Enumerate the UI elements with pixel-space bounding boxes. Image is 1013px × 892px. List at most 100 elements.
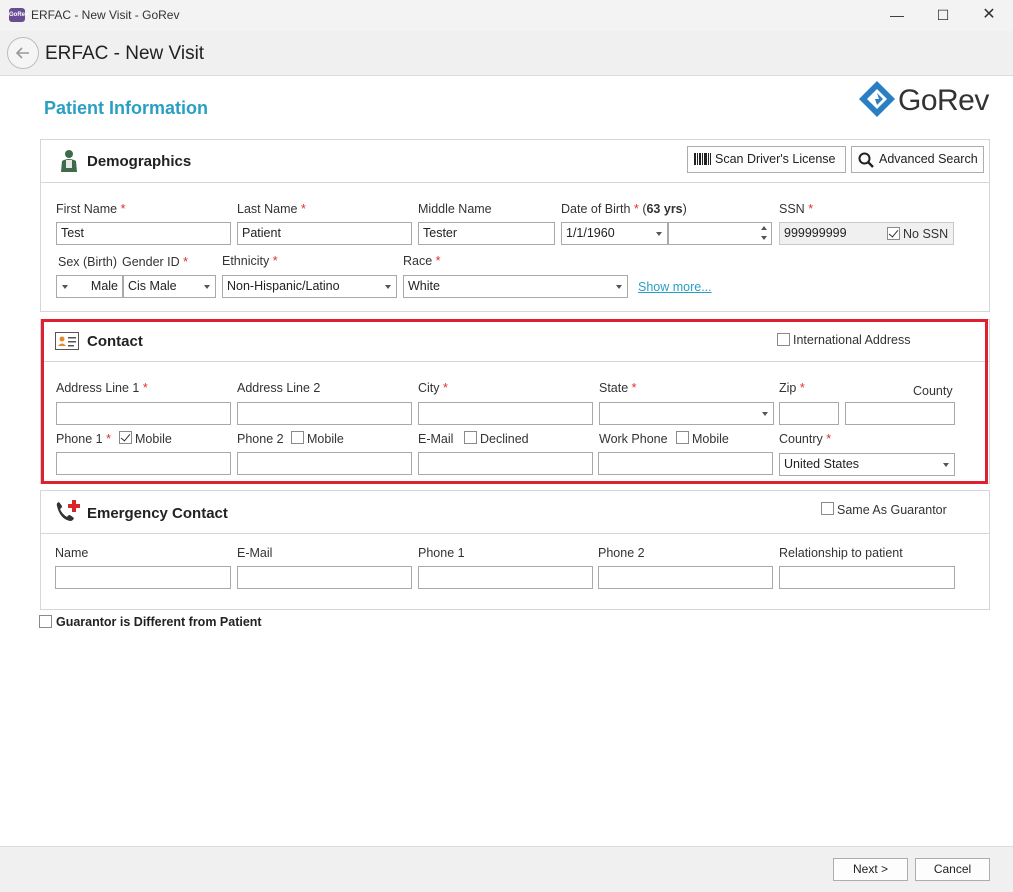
first-name-input[interactable]: Test xyxy=(56,222,231,245)
phone1-label: Phone 1 * xyxy=(56,432,111,446)
chevron-down-icon xyxy=(943,463,949,467)
barcode-icon xyxy=(694,153,711,165)
middle-name-label: Middle Name xyxy=(418,202,492,216)
demographics-title: Demographics xyxy=(87,153,192,170)
ec-phone2-label: Phone 2 xyxy=(598,546,645,560)
phone2-mobile-label: Mobile xyxy=(307,432,344,446)
advanced-search-button[interactable]: Advanced Search xyxy=(851,146,984,173)
ec-phone1-input[interactable] xyxy=(418,566,593,589)
person-icon xyxy=(61,150,77,172)
no-ssn-checkbox[interactable] xyxy=(887,227,900,240)
maximize-button[interactable]: ☐ xyxy=(928,4,958,26)
window-title: ERFAC - New Visit - GoRev xyxy=(31,8,180,22)
chevron-down-icon xyxy=(385,285,391,289)
work-phone-input[interactable] xyxy=(598,452,773,475)
sex-birth-select[interactable]: Male xyxy=(56,275,123,298)
state-select[interactable] xyxy=(599,402,774,425)
spin-up-icon[interactable] xyxy=(761,226,767,230)
arrow-left-icon xyxy=(15,47,29,59)
ec-name-input[interactable] xyxy=(55,566,231,589)
address-line2-label: Address Line 2 xyxy=(237,381,321,395)
ethnicity-value: Non-Hispanic/Latino xyxy=(227,279,340,293)
race-select[interactable]: White xyxy=(403,275,628,298)
ec-relationship-label: Relationship to patient xyxy=(779,546,903,560)
ec-relationship-input[interactable] xyxy=(779,566,955,589)
ethnicity-label: Ethnicity * xyxy=(222,254,278,268)
address-line2-input[interactable] xyxy=(237,402,412,425)
ssn-value: 999999999 xyxy=(784,226,847,240)
phone-emergency-icon xyxy=(56,500,80,521)
search-icon xyxy=(858,152,874,168)
sex-birth-label: Sex (Birth) xyxy=(58,255,118,269)
middle-name-input[interactable]: Tester xyxy=(418,222,555,245)
emergency-contact-title: Emergency Contact xyxy=(87,505,228,522)
contact-header: Contact International Address xyxy=(41,320,989,362)
window-titlebar: GoRev ERFAC - New Visit - GoRev — ☐ ✕ xyxy=(0,0,1013,31)
email-input[interactable] xyxy=(418,452,593,475)
scan-drivers-license-button[interactable]: Scan Driver's License xyxy=(687,146,846,173)
scan-button-label: Scan Driver's License xyxy=(715,152,836,166)
page-title: Patient Information xyxy=(44,98,209,118)
cancel-button[interactable]: Cancel xyxy=(915,858,990,881)
ec-phone2-input[interactable] xyxy=(598,566,773,589)
country-select[interactable]: United States xyxy=(779,453,955,476)
phone1-mobile-checkbox[interactable] xyxy=(119,431,132,444)
work-phone-label: Work Phone xyxy=(599,432,668,446)
dob-time-spinner[interactable] xyxy=(668,222,772,245)
demographics-header: Demographics Scan Driver's License Advan… xyxy=(41,140,989,183)
zip-input[interactable] xyxy=(779,402,839,425)
same-as-guarantor-label: Same As Guarantor xyxy=(837,503,947,517)
ec-phone1-label: Phone 1 xyxy=(418,546,465,560)
email-label: E-Mail xyxy=(418,432,454,446)
zip-label: Zip * xyxy=(779,381,805,395)
emergency-contact-header: Emergency Contact Same As Guarantor xyxy=(41,491,989,534)
gender-id-value: Cis Male xyxy=(128,279,177,293)
email-declined-checkbox[interactable] xyxy=(464,431,477,444)
race-value: White xyxy=(408,279,440,293)
phone1-mobile-label: Mobile xyxy=(135,432,172,446)
country-value: United States xyxy=(784,457,860,471)
spin-down-icon[interactable] xyxy=(761,236,767,240)
address-line1-input[interactable] xyxy=(56,402,231,425)
last-name-label: Last Name * xyxy=(237,202,306,216)
gender-id-select[interactable]: Cis Male xyxy=(123,275,216,298)
work-phone-mobile-checkbox[interactable] xyxy=(676,431,689,444)
guarantor-different-checkbox[interactable] xyxy=(39,615,52,628)
contact-title: Contact xyxy=(87,333,143,350)
ec-email-input[interactable] xyxy=(237,566,412,589)
address-line1-label: Address Line 1 * xyxy=(56,381,148,395)
last-name-input[interactable]: Patient xyxy=(237,222,412,245)
chevron-down-icon xyxy=(204,285,210,289)
ssn-label: SSN * xyxy=(779,202,814,216)
show-more-link[interactable]: Show more... xyxy=(638,280,712,294)
chevron-down-icon xyxy=(656,232,662,236)
back-button[interactable] xyxy=(7,37,39,69)
state-label: State * xyxy=(599,381,637,395)
city-input[interactable] xyxy=(418,402,593,425)
international-address-label: International Address xyxy=(793,333,911,347)
city-label: City * xyxy=(418,381,448,395)
phone2-label: Phone 2 xyxy=(237,432,284,446)
chevron-down-icon xyxy=(762,412,768,416)
work-phone-mobile-label: Mobile xyxy=(692,432,729,446)
contact-panel: Contact International Address Address Li… xyxy=(40,319,990,484)
minimize-button[interactable]: — xyxy=(882,4,912,26)
phone2-mobile-checkbox[interactable] xyxy=(291,431,304,444)
same-as-guarantor-checkbox[interactable] xyxy=(821,502,834,515)
county-input[interactable] xyxy=(845,402,955,425)
dob-value: 1/1/1960 xyxy=(566,226,615,240)
phone2-input[interactable] xyxy=(237,452,412,475)
race-label: Race * xyxy=(403,254,441,268)
next-button[interactable]: Next > xyxy=(833,858,908,881)
phone1-input[interactable] xyxy=(56,452,231,475)
dob-date-picker[interactable]: 1/1/1960 xyxy=(561,222,668,245)
county-label: County xyxy=(913,384,953,398)
sex-birth-value: Male xyxy=(90,279,118,293)
advanced-search-label: Advanced Search xyxy=(879,152,978,166)
first-name-label: First Name * xyxy=(56,202,126,216)
international-address-checkbox[interactable] xyxy=(777,333,790,346)
dob-label: Date of Birth * (63 yrs) xyxy=(561,202,687,216)
emergency-contact-panel: Emergency Contact Same As Guarantor Name… xyxy=(40,490,990,610)
ethnicity-select[interactable]: Non-Hispanic/Latino xyxy=(222,275,397,298)
close-button[interactable]: ✕ xyxy=(974,4,1004,26)
